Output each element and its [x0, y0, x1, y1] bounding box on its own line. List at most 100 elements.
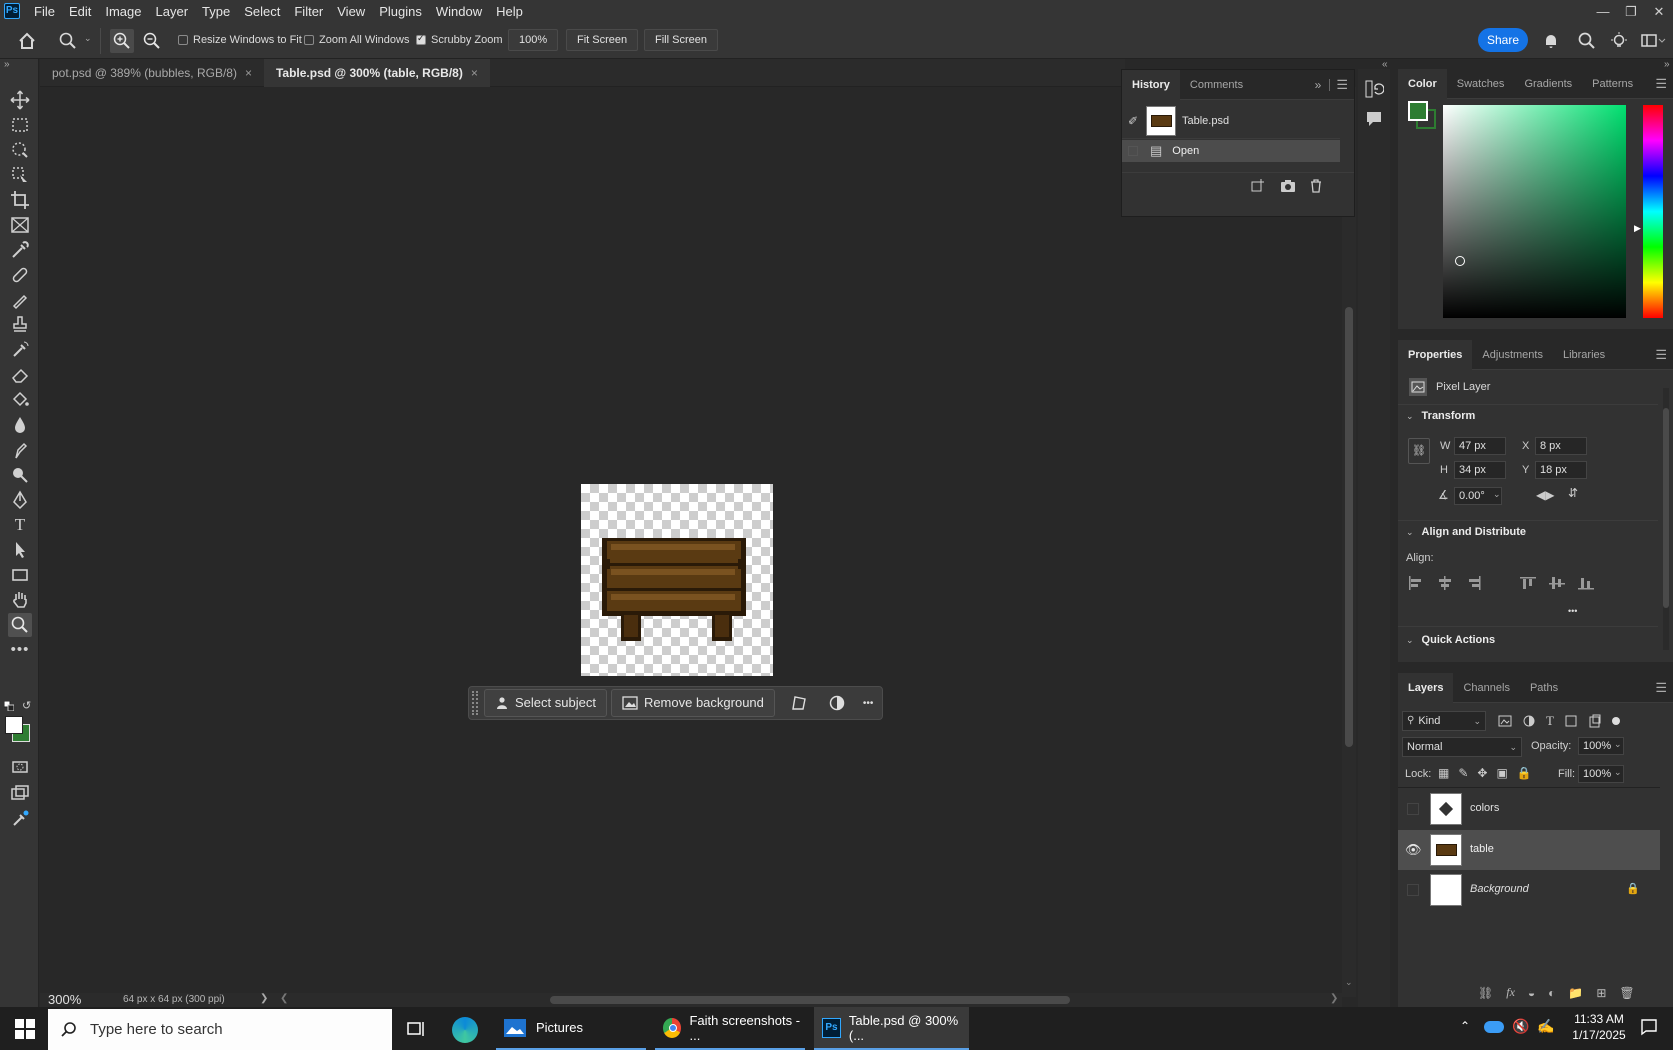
fit-screen-button[interactable]: Fit Screen: [566, 29, 639, 51]
close-icon[interactable]: ✕: [1645, 2, 1673, 22]
camera-icon[interactable]: [1280, 178, 1296, 194]
lock-image-pixels-icon[interactable]: ✎: [1458, 766, 1468, 780]
hue-slider-handle[interactable]: ▶: [1634, 223, 1641, 234]
windows-start-icon[interactable]: [15, 1019, 35, 1039]
align-section-header[interactable]: ⌄ Align and Distribute: [1406, 526, 1526, 538]
visibility-toggle[interactable]: [1407, 803, 1419, 815]
more-tools-icon[interactable]: •••: [8, 638, 32, 662]
frame-tool-icon[interactable]: [8, 213, 32, 237]
layer-name[interactable]: colors: [1470, 802, 1499, 814]
history-step[interactable]: ▤ Open: [1122, 140, 1340, 162]
fill-screen-button[interactable]: Fill Screen: [644, 29, 718, 51]
home-icon[interactable]: [16, 30, 38, 52]
notifications-icon[interactable]: [1640, 1018, 1658, 1036]
taskbar-chrome[interactable]: Faith screenshots - ...: [655, 1007, 805, 1050]
hand-tool-icon[interactable]: [8, 588, 32, 612]
lock-position-icon[interactable]: ✥: [1477, 766, 1487, 780]
more-align-options-icon[interactable]: •••: [1568, 606, 1577, 616]
layer-row-colors[interactable]: colors: [1398, 789, 1660, 829]
x-field[interactable]: 8 px: [1535, 437, 1587, 455]
close-tab-icon[interactable]: ×: [245, 66, 252, 80]
scrollbar-thumb[interactable]: [1663, 408, 1669, 608]
eye-icon[interactable]: 👁: [1405, 842, 1422, 858]
horizontal-scrollbar-thumb[interactable]: [550, 996, 1070, 1004]
select-subject-button[interactable]: Select subject: [484, 689, 607, 717]
scrollbar-thumb[interactable]: [1345, 307, 1353, 747]
object-selection-tool-icon[interactable]: [8, 138, 32, 162]
tab-gradients[interactable]: Gradients: [1514, 69, 1582, 99]
height-field[interactable]: 34 px: [1454, 461, 1506, 479]
transform-section-header[interactable]: ⌄ Transform: [1406, 410, 1475, 422]
foreground-color-swatch[interactable]: [5, 716, 23, 734]
tab-layers[interactable]: Layers: [1398, 672, 1454, 703]
foreground-color-swatch[interactable]: [1408, 101, 1428, 121]
rectangle-tool-icon[interactable]: [8, 563, 32, 587]
panel-menu-icon[interactable]: ☰: [1655, 680, 1667, 696]
chevron-down-icon[interactable]: ⌄: [1614, 767, 1622, 778]
color-picker-cursor[interactable]: [1455, 256, 1465, 266]
menu-edit[interactable]: Edit: [69, 4, 91, 19]
move-tool-icon[interactable]: [8, 88, 32, 112]
resize-windows-checkbox[interactable]: Resize Windows to Fit: [178, 34, 302, 46]
default-colors-icon[interactable]: [3, 700, 15, 712]
new-group-icon[interactable]: 📁: [1568, 986, 1583, 1000]
drag-handle-icon[interactable]: [472, 691, 478, 715]
clock[interactable]: 11:33 AM 1/17/2025: [1568, 1012, 1630, 1042]
zoom-percentage-button[interactable]: 100%: [508, 29, 559, 51]
remove-background-button[interactable]: Remove background: [610, 689, 775, 717]
path-selection-tool-icon[interactable]: [8, 538, 32, 562]
new-adjustment-layer-icon[interactable]: ◐: [1548, 986, 1555, 1000]
chevron-down-icon[interactable]: ⌄: [1493, 489, 1501, 500]
pen-tool-icon[interactable]: [8, 488, 32, 512]
menu-view[interactable]: View: [337, 4, 365, 19]
panel-menu-icon[interactable]: ☰: [1655, 76, 1667, 92]
tab-comments[interactable]: Comments: [1180, 70, 1253, 100]
healing-brush-tool-icon[interactable]: [8, 263, 32, 287]
zoom-level[interactable]: 300%: [48, 992, 81, 1007]
type-tool-icon[interactable]: T: [8, 513, 32, 537]
trash-icon[interactable]: [1308, 178, 1324, 194]
share-button[interactable]: Share: [1478, 28, 1528, 52]
more-options-icon[interactable]: •••: [863, 698, 874, 709]
menu-help[interactable]: Help: [496, 4, 523, 19]
menu-file[interactable]: File: [34, 4, 55, 19]
menu-layer[interactable]: Layer: [156, 4, 189, 19]
screen-mode-icon[interactable]: [8, 781, 32, 805]
panel-menu-icon[interactable]: ☰: [1336, 77, 1348, 93]
flip-horizontal-icon[interactable]: ◀▶: [1536, 488, 1554, 502]
zoom-tool-icon[interactable]: [8, 613, 32, 637]
menu-image[interactable]: Image: [105, 4, 141, 19]
blur-tool-icon[interactable]: [8, 413, 32, 437]
volume-muted-icon[interactable]: 🔇: [1512, 1018, 1529, 1035]
flip-vertical-icon[interactable]: ⇵: [1568, 486, 1578, 500]
dodge-tool-icon[interactable]: [8, 463, 32, 487]
collapse-icon[interactable]: »: [4, 59, 10, 70]
task-view-icon[interactable]: [406, 1019, 426, 1039]
tab-properties[interactable]: Properties: [1398, 339, 1473, 370]
eraser-tool-icon[interactable]: [8, 363, 32, 387]
edge-browser-icon[interactable]: [452, 1017, 478, 1043]
tab-channels[interactable]: Channels: [1453, 673, 1519, 703]
swap-colors-icon[interactable]: ↺: [22, 699, 31, 712]
history-snapshot[interactable]: ✐ Table.psd: [1122, 103, 1340, 139]
collapse-panel-icon[interactable]: »: [1315, 78, 1322, 92]
blend-mode-select[interactable]: Normal ⌄: [1402, 737, 1522, 757]
align-vertical-center-icon[interactable]: [1549, 576, 1565, 590]
quick-mask-icon[interactable]: [8, 755, 32, 779]
tab-history[interactable]: History: [1122, 69, 1180, 100]
taskbar-pictures[interactable]: Pictures: [496, 1007, 646, 1050]
document-canvas[interactable]: [581, 484, 773, 676]
visibility-toggle[interactable]: [1407, 884, 1419, 896]
taskbar-search[interactable]: Type here to search: [48, 1009, 392, 1050]
color-field[interactable]: [1443, 105, 1626, 318]
vertical-scrollbar[interactable]: ⌄: [1342, 87, 1356, 997]
menu-window[interactable]: Window: [436, 4, 482, 19]
lightbulb-icon[interactable]: [1609, 31, 1629, 51]
onedrive-icon[interactable]: [1484, 1021, 1504, 1033]
history-brush-source-icon[interactable]: ✐: [1122, 114, 1144, 128]
clone-stamp-tool-icon[interactable]: [8, 313, 32, 337]
layer-name[interactable]: table: [1470, 843, 1494, 855]
align-top-icon[interactable]: [1520, 576, 1536, 590]
tab-swatches[interactable]: Swatches: [1447, 69, 1515, 99]
new-layer-icon[interactable]: ⊞: [1596, 986, 1606, 1000]
